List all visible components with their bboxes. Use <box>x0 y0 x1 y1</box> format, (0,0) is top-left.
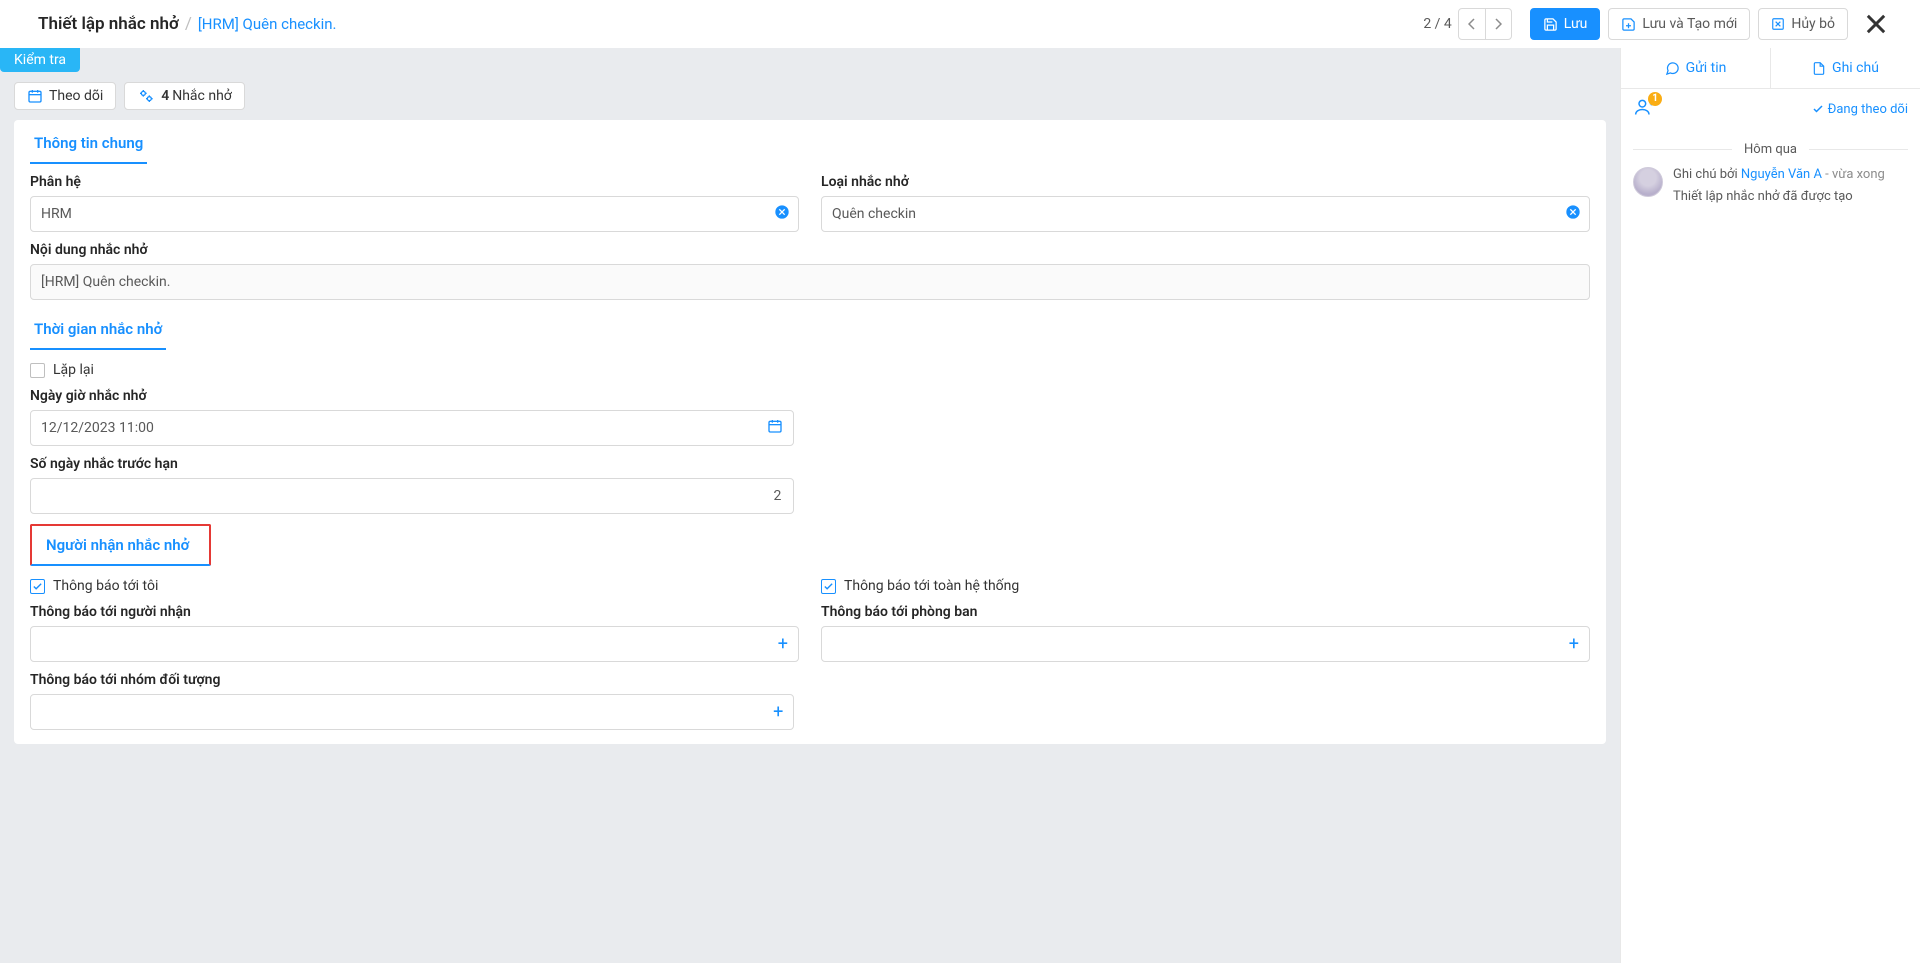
content-input[interactable]: [HRM] Quên checkin. <box>30 264 1590 300</box>
subsystem-value: HRM <box>41 206 72 222</box>
days-before-label: Số ngày nhắc trước hạn <box>30 456 794 472</box>
cancel-label: Hủy bỏ <box>1791 16 1835 32</box>
note-when: - vừa xong <box>1822 167 1885 182</box>
section-recipients[interactable]: Người nhận nhắc nhở <box>30 524 211 566</box>
datetime-input[interactable]: 12/12/2023 11:00 <box>30 410 794 446</box>
close-icon <box>1862 10 1890 38</box>
pager-next[interactable] <box>1485 9 1511 39</box>
content-value: [HRM] Quên checkin. <box>41 274 170 290</box>
side-panel: Gửi tin Ghi chú 1 Đang theo dõi Hôm qua <box>1620 48 1920 963</box>
plus-icon[interactable]: + <box>773 702 783 723</box>
section-general[interactable]: Thông tin chung <box>30 120 147 164</box>
close-button[interactable] <box>1862 10 1890 38</box>
avatar <box>1633 167 1663 197</box>
notify-group-select[interactable]: + <box>30 694 794 730</box>
save-button[interactable]: Lưu <box>1530 8 1601 40</box>
tab-send[interactable]: Gửi tin <box>1621 48 1770 88</box>
subsystem-label: Phân hệ <box>30 174 799 190</box>
save-label: Lưu <box>1564 16 1588 32</box>
subsystem-select[interactable]: HRM <box>30 196 799 232</box>
days-before-input[interactable]: 2 <box>30 478 794 514</box>
datetime-value: 12/12/2023 11:00 <box>41 420 154 436</box>
pager-text: 2 / 4 <box>1423 16 1451 32</box>
following-link[interactable]: Đang theo dõi <box>1812 102 1908 117</box>
calendar-icon <box>27 88 43 104</box>
type-value: Quên checkin <box>832 206 916 222</box>
reminders-button[interactable]: 4 Nhắc nhở <box>124 82 245 110</box>
day-divider: Hôm qua <box>1633 141 1908 157</box>
following-label: Đang theo dõi <box>1828 102 1908 117</box>
notify-recipient-select[interactable]: + <box>30 626 799 662</box>
notify-me-checkbox[interactable]: Thông báo tới tôi <box>30 578 799 594</box>
notify-all-checkbox[interactable]: Thông báo tới toàn hệ thống <box>821 578 1590 594</box>
breadcrumb-current[interactable]: [HRM] Quên checkin. <box>198 15 337 33</box>
note-icon <box>1812 61 1826 76</box>
plus-icon[interactable]: + <box>778 634 788 655</box>
pager: 2 / 4 <box>1423 8 1511 40</box>
type-select[interactable]: Quên checkin <box>821 196 1590 232</box>
save-new-label: Lưu và Tạo mới <box>1642 16 1737 32</box>
page-header: Thiết lập nhắc nhở / [HRM] Quên checkin.… <box>0 0 1920 48</box>
tab-note-label: Ghi chú <box>1832 60 1879 76</box>
calendar-icon[interactable] <box>767 418 783 438</box>
notify-all-label: Thông báo tới toàn hệ thống <box>844 578 1019 594</box>
main-panel: Kiểm tra Theo dõi 4 Nhắc nhở Thông tin c… <box>0 48 1620 963</box>
section-time[interactable]: Thời gian nhắc nhở <box>30 306 166 350</box>
notify-group-label: Thông báo tới nhóm đối tượng <box>30 672 794 688</box>
notify-recipient-label: Thông báo tới người nhận <box>30 604 799 620</box>
notify-dept-label: Thông báo tới phòng ban <box>821 604 1590 620</box>
follow-button[interactable]: Theo dõi <box>14 82 116 110</box>
save-icon <box>1543 17 1558 32</box>
repeat-label: Lặp lại <box>53 362 94 378</box>
save-new-button[interactable]: Lưu và Tạo mới <box>1608 8 1750 40</box>
gears-icon <box>137 88 155 104</box>
notify-me-label: Thông báo tới tôi <box>53 578 158 594</box>
notify-dept-select[interactable]: + <box>821 626 1590 662</box>
tab-send-label: Gửi tin <box>1686 60 1727 76</box>
reminders-label: Nhắc nhở <box>172 88 232 104</box>
form-card: Thông tin chung Phân hệ HRM Loại nhắc nh… <box>14 120 1606 744</box>
checkbox-box <box>30 579 45 594</box>
follower-count-badge: 1 <box>1648 92 1662 106</box>
breadcrumb-sep: / <box>185 14 192 34</box>
cancel-button[interactable]: Hủy bỏ <box>1758 8 1848 40</box>
clear-icon[interactable] <box>1565 204 1581 224</box>
follow-label: Theo dõi <box>49 88 103 104</box>
checkbox-box <box>821 579 836 594</box>
plus-icon[interactable]: + <box>1569 634 1579 655</box>
save-new-icon <box>1621 17 1636 32</box>
reminders-count: 4 <box>161 88 169 104</box>
tab-note[interactable]: Ghi chú <box>1770 48 1920 88</box>
datetime-label: Ngày giờ nhắc nhở <box>30 388 794 404</box>
log-note: Ghi chú bởi Nguyễn Văn A - vừa xong Thiế… <box>1621 165 1920 206</box>
note-body: Thiết lập nhắc nhở đã được tạo <box>1673 187 1885 207</box>
check-badge[interactable]: Kiểm tra <box>0 48 80 72</box>
type-label: Loại nhắc nhở <box>821 174 1590 190</box>
repeat-checkbox[interactable]: Lặp lại <box>30 362 1590 378</box>
cancel-icon <box>1771 17 1785 31</box>
chat-icon <box>1665 61 1680 76</box>
checkbox-box <box>30 363 45 378</box>
breadcrumb: Thiết lập nhắc nhở / [HRM] Quên checkin. <box>38 14 337 34</box>
pager-prev[interactable] <box>1459 9 1485 39</box>
note-author[interactable]: Nguyễn Văn A <box>1741 167 1822 182</box>
follower-avatar[interactable]: 1 <box>1633 97 1655 121</box>
check-icon <box>1812 103 1824 115</box>
clear-icon[interactable] <box>774 204 790 224</box>
days-before-value: 2 <box>41 488 781 504</box>
day-label: Hôm qua <box>1732 142 1809 157</box>
content-label: Nội dung nhắc nhở <box>30 242 1590 258</box>
note-prefix: Ghi chú bởi <box>1673 167 1741 182</box>
breadcrumb-root: Thiết lập nhắc nhở <box>38 14 179 34</box>
